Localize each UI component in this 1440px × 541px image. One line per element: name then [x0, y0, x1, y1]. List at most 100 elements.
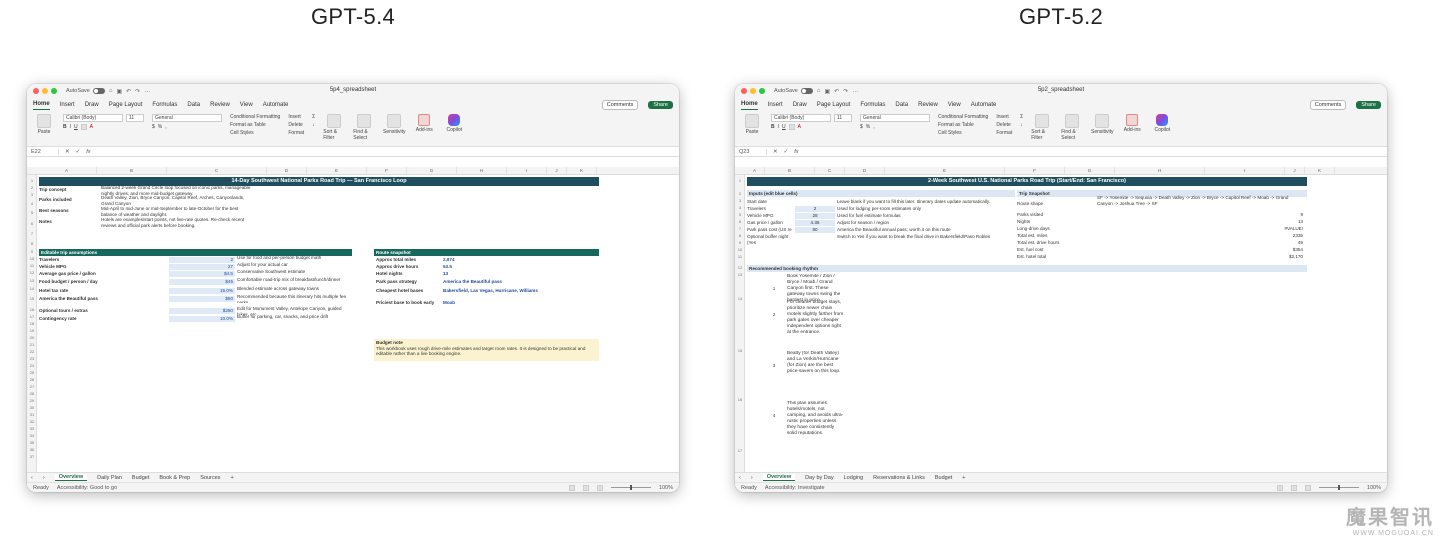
row-header-26[interactable]: 26	[27, 377, 37, 382]
column-header-j[interactable]: J	[547, 167, 567, 174]
ribbon-tab-formulas[interactable]: Formulas	[152, 100, 177, 110]
column-header-d[interactable]: D	[267, 167, 307, 174]
assumption-value[interactable]: $45	[169, 279, 235, 285]
page-break-view-icon[interactable]	[1304, 484, 1311, 491]
row-header-5[interactable]: 5	[735, 212, 745, 217]
info-label[interactable]: Best seasons	[39, 208, 99, 214]
ribbon-tab-page-layout[interactable]: Page Layout	[109, 100, 143, 110]
column-header-d[interactable]: D	[845, 167, 885, 174]
input-value[interactable]: 2	[795, 206, 835, 212]
row-header-27[interactable]: 27	[27, 384, 37, 389]
info-label[interactable]: Parks included	[39, 197, 99, 203]
info-text[interactable]: Mid-April to mid-June or mid-September t…	[101, 206, 251, 217]
column-header-e[interactable]: E	[307, 167, 367, 174]
input-note[interactable]: Used for fuel estimate formulas	[837, 213, 1017, 219]
assumption-value[interactable]: 15.0%	[169, 288, 235, 294]
confirm-icon[interactable]: ✓	[784, 149, 789, 155]
assumption-note[interactable]: Recommended because this itinerary hits …	[237, 294, 352, 303]
route-value[interactable]: 53.5	[443, 264, 593, 270]
worksheet-grid[interactable]: ABCDEFGHIJK 1 2 3 4 5 6 7 8 9 10 11 12 13 14 15 16 17 18 1…	[27, 167, 679, 472]
column-header-e[interactable]: E	[885, 167, 1005, 174]
row-header-16[interactable]: 16	[27, 307, 37, 312]
name-box[interactable]: Q23	[739, 148, 767, 155]
font-size-select[interactable]: 11	[126, 114, 144, 122]
route-value[interactable]: Bakersfield, Las Vegas, Hurricane, Willi…	[443, 288, 593, 294]
input-value[interactable]: 28	[795, 213, 835, 219]
info-text[interactable]: Hotels are examples/start points, not li…	[101, 217, 251, 228]
prev-sheet-icon[interactable]: ‹	[739, 475, 741, 481]
font-color-icon[interactable]: A	[90, 124, 93, 130]
info-text[interactable]: Death Valley, Zion, Bryce Canyon, Capito…	[101, 195, 251, 206]
assumption-value[interactable]: $4.5	[169, 271, 235, 277]
number-format-select[interactable]: General	[152, 114, 222, 122]
snapshot-value[interactable]: 9	[1197, 212, 1303, 218]
page-break-view-icon[interactable]	[596, 484, 603, 491]
snapshot-value[interactable]: $354	[1197, 247, 1303, 253]
input-note[interactable]: Adjust for season / region	[837, 220, 1017, 226]
autosave-toggle[interactable]: AutoSave	[66, 88, 105, 94]
row-header-10[interactable]: 10	[735, 247, 745, 252]
format-as-table-button[interactable]: Format as Table	[938, 122, 988, 128]
assumption-value[interactable]: $250	[169, 308, 235, 314]
bold-button[interactable]: B	[63, 124, 67, 130]
insert-cells-button[interactable]: Insert	[996, 114, 1012, 120]
ribbon-tab-data[interactable]: Data	[895, 100, 908, 110]
row-header-13[interactable]: 13	[735, 272, 745, 277]
worksheet-grid[interactable]: ABCDEFGHIJK 123456789101112131415161718 …	[735, 167, 1387, 472]
normal-view-icon[interactable]	[568, 484, 575, 491]
row-header-11[interactable]: 11	[27, 263, 37, 268]
sheet-tab-day-by-day[interactable]: Day by Day	[805, 475, 833, 481]
delete-cells-button[interactable]: Delete	[288, 122, 304, 128]
italic-button[interactable]: I	[778, 124, 779, 130]
input-note[interactable]: Leave blank if you want to fill this lat…	[837, 199, 1017, 205]
minimize-icon[interactable]	[42, 88, 48, 94]
row-header-35[interactable]: 35	[27, 440, 37, 445]
input-note[interactable]: Used for lodging per-room estimates only	[837, 206, 1017, 212]
minimize-icon[interactable]	[750, 88, 756, 94]
share-button[interactable]: Share	[1356, 100, 1381, 109]
normal-view-icon[interactable]	[1276, 484, 1283, 491]
row-header-1[interactable]: 1	[735, 178, 745, 183]
autosave-toggle[interactable]: AutoSave	[774, 88, 813, 94]
conditional-formatting-button[interactable]: Conditional Formatting	[230, 114, 280, 120]
format-as-table-button[interactable]: Format as Table	[230, 122, 280, 128]
input-note[interactable]: Switch to Yes if you want to break the f…	[837, 234, 1017, 240]
row-header-32[interactable]: 32	[27, 419, 37, 424]
sheet-tab-reservations-links[interactable]: Reservations & Links	[873, 475, 925, 481]
cancel-icon[interactable]: ✕	[773, 149, 778, 155]
fx-icon[interactable]: fx	[794, 149, 798, 155]
row-header-17[interactable]: 17	[735, 448, 745, 453]
row-header-15[interactable]: 15	[27, 296, 37, 301]
sheet-tab-sources[interactable]: Sources	[200, 475, 220, 481]
cell-styles-button[interactable]: Cell Styles	[938, 130, 988, 136]
booking-step-text[interactable]: For cleaner budget stays, prioritize new…	[787, 300, 845, 350]
sheet-tab-overview[interactable]: Overview	[762, 474, 796, 481]
sheet-tab-overview[interactable]: Overview	[54, 474, 88, 481]
copilot-button[interactable]: Copilot	[443, 114, 465, 133]
snapshot-value[interactable]: 2335	[1197, 233, 1303, 239]
cell-styles-button[interactable]: Cell Styles	[230, 130, 280, 136]
column-header-h[interactable]: H	[457, 167, 507, 174]
number-format-select[interactable]: General	[860, 114, 930, 122]
column-header-b[interactable]: B	[765, 167, 815, 174]
save-icon[interactable]: ▣	[824, 88, 830, 95]
close-icon[interactable]	[741, 88, 747, 94]
column-header-k[interactable]: K	[1305, 167, 1335, 174]
sheet-tab-daily-plan[interactable]: Daily Plan	[97, 475, 122, 481]
ribbon-tab-home[interactable]: Home	[741, 99, 758, 110]
fill-icon[interactable]: ↓	[1020, 122, 1023, 128]
maximize-icon[interactable]	[51, 88, 57, 94]
assumption-value[interactable]: 2	[169, 257, 235, 263]
column-header-g[interactable]: G	[1065, 167, 1115, 174]
comma-icon[interactable]: ,	[873, 124, 874, 130]
row-header-7[interactable]: 7	[735, 226, 745, 231]
row-header-3[interactable]: 3	[735, 198, 745, 203]
close-icon[interactable]	[33, 88, 39, 94]
row-header-4[interactable]: 4	[27, 201, 37, 206]
column-header-i[interactable]: I	[1205, 167, 1285, 174]
info-label[interactable]: Notes	[39, 219, 99, 225]
row-header-17[interactable]: 17	[27, 314, 37, 319]
snapshot-value[interactable]: 49	[1197, 240, 1303, 246]
confirm-icon[interactable]: ✓	[76, 149, 81, 155]
ribbon-tab-draw[interactable]: Draw	[85, 100, 99, 110]
